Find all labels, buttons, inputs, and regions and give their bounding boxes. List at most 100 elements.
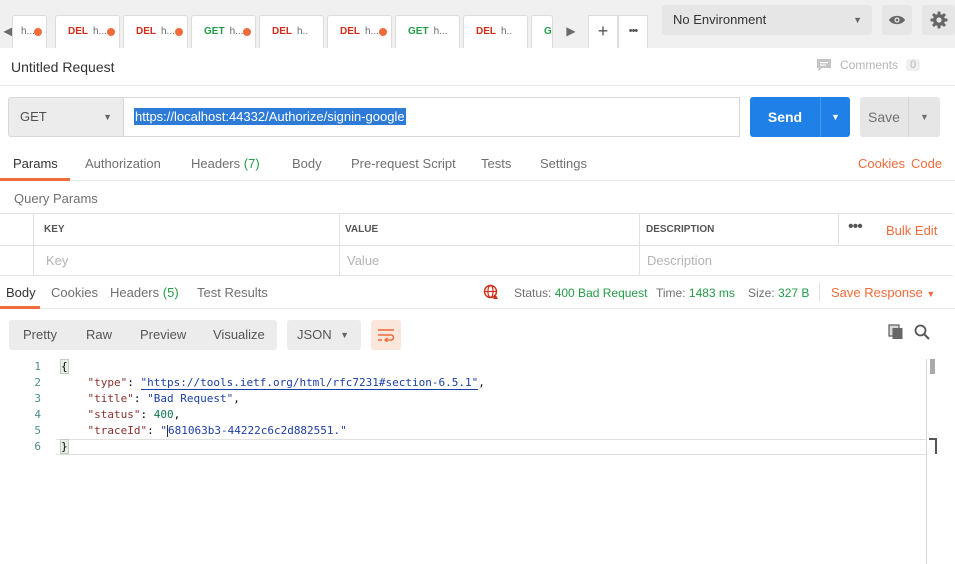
chevron-down-icon: ▼	[103, 112, 112, 122]
copy-icon[interactable]	[888, 324, 904, 340]
request-tab[interactable]: GET h...	[395, 15, 460, 48]
json-link-value[interactable]: "https://tools.ietf.org/html/rfc7231#sec…	[140, 376, 479, 390]
json-number-value: 400	[153, 408, 174, 421]
tab-response-cookies[interactable]: Cookies	[51, 285, 98, 300]
globe-warning-icon[interactable]	[483, 284, 499, 300]
request-title[interactable]: Untitled Request	[11, 59, 115, 75]
tab-response-body[interactable]: Body	[6, 285, 36, 300]
search-icon[interactable]	[914, 324, 930, 340]
tab-name: h...	[161, 26, 175, 37]
tab-scroll-right-icon[interactable]: ▶	[563, 15, 579, 47]
request-tab-bar: ◀ h... DEL h... DEL h... GET h... DEL h.. DE…	[0, 0, 955, 48]
request-tab[interactable]: DEL h...	[327, 15, 392, 48]
param-key-input[interactable]: Key	[46, 246, 336, 276]
query-params-title: Query Params	[14, 191, 98, 206]
tab-method: DEL	[272, 26, 292, 37]
editor-scroll-track	[926, 359, 927, 564]
format-preview[interactable]: Preview	[140, 327, 186, 342]
request-tabs: Params Authorization Headers (7) Body Pr…	[0, 148, 955, 181]
tab-pre-request-script[interactable]: Pre-request Script	[351, 156, 456, 171]
tab-settings[interactable]: Settings	[540, 156, 587, 171]
save-response-label: Save Response	[831, 285, 923, 300]
divider	[819, 282, 820, 302]
request-tab[interactable]: h...	[12, 15, 47, 48]
query-params-table: KEY VALUE DESCRIPTION ••• Bulk Edit Key …	[0, 213, 953, 276]
gear-icon	[930, 11, 947, 29]
active-tab-indicator	[0, 178, 70, 181]
comments-button[interactable]: Comments 0	[816, 58, 921, 72]
json-brace: }	[60, 439, 69, 454]
time-value: 1483 ms	[688, 286, 735, 300]
param-value-input[interactable]: Value	[347, 246, 637, 276]
save-options-chevron-down-icon[interactable]: ▼	[908, 97, 940, 137]
save-button[interactable]: Save ▼	[860, 97, 940, 137]
language-select[interactable]: JSON ▼	[287, 320, 361, 350]
eye-icon	[889, 15, 905, 25]
json-string-value: 681063b3-44222c6c2d882551."	[167, 424, 347, 437]
tab-response-headers[interactable]: Headers (5)	[110, 285, 179, 300]
environment-quick-look-button[interactable]	[882, 5, 912, 35]
code-line: 3 "title": "Bad Request",	[0, 391, 940, 407]
chevron-down-icon: ▼	[926, 289, 936, 299]
code-line: 1 {	[0, 359, 940, 375]
request-tab[interactable]: DEL h...	[123, 15, 188, 48]
bulk-edit-link[interactable]: Bulk Edit	[886, 223, 937, 238]
format-pretty[interactable]: Pretty	[23, 327, 57, 342]
request-tab[interactable]: DEL h...	[55, 15, 120, 48]
method-select[interactable]: GET ▼	[8, 97, 124, 137]
request-tab[interactable]: DEL h..	[259, 15, 324, 48]
request-tab[interactable]: DEL h..	[463, 15, 528, 48]
save-button-label: Save	[868, 109, 900, 125]
active-tab-indicator	[0, 306, 40, 309]
request-tab[interactable]: GET h...	[191, 15, 256, 48]
editor-scrollbar[interactable]	[930, 359, 935, 374]
environment-select[interactable]: No Environment ▼	[662, 5, 872, 35]
response-tabs: Body Cookies Headers (5) Test Results St…	[0, 276, 955, 309]
tab-body[interactable]: Body	[292, 156, 322, 171]
json-key: "traceId"	[87, 424, 148, 437]
tab-test-results[interactable]: Test Results	[197, 285, 268, 300]
unsaved-dot-icon	[379, 28, 387, 36]
environment-settings-button[interactable]	[922, 5, 955, 35]
column-options-button[interactable]: •••	[848, 218, 863, 236]
tab-params[interactable]: Params	[13, 156, 58, 171]
wrap-lines-button[interactable]	[371, 320, 401, 350]
tab-headers-count: (7)	[243, 156, 260, 171]
tab-headers[interactable]: Headers (7)	[191, 156, 260, 171]
unsaved-dot-icon	[175, 28, 183, 36]
tab-name: h...	[229, 26, 244, 37]
url-input[interactable]: https://localhost:44332/Authorize/signin…	[124, 97, 740, 137]
cookies-link[interactable]: Cookies	[858, 156, 905, 171]
format-visualize[interactable]: Visualize	[213, 327, 265, 342]
format-raw[interactable]: Raw	[86, 327, 112, 342]
response-body-editor[interactable]: 1 { 2 "type": "https://tools.ietf.org/ht…	[0, 359, 940, 455]
unsaved-dot-icon	[107, 28, 115, 36]
status-value: 400 Bad Request	[554, 286, 648, 300]
response-format-tabs: Pretty Raw Preview Visualize	[9, 320, 277, 350]
request-tab[interactable]: G	[531, 15, 553, 48]
line-number: 1	[34, 360, 41, 373]
editor-scroll-marker	[929, 438, 937, 454]
send-options-chevron-down-icon[interactable]: ▼	[820, 97, 850, 137]
url-input-value: https://localhost:44332/Authorize/signin…	[134, 108, 406, 125]
tab-name: h...	[433, 26, 448, 37]
size-label: Size:	[748, 286, 775, 300]
param-description-input[interactable]: Description	[647, 246, 947, 276]
tab-authorization[interactable]: Authorization	[85, 156, 161, 171]
response-size: Size: 327 B	[748, 286, 809, 300]
json-brace: {	[60, 359, 69, 374]
save-response-button[interactable]: Save Response ▼	[831, 285, 935, 300]
line-number: 6	[34, 440, 41, 453]
tab-tests[interactable]: Tests	[481, 156, 511, 171]
code-line: 5 "traceId": "681063b3-44222c6c2d882551.…	[0, 423, 940, 439]
tab-response-headers-label: Headers	[110, 285, 160, 300]
chevron-down-icon: ▼	[853, 15, 862, 25]
column-header-description: DESCRIPTION	[646, 224, 715, 235]
new-tab-button[interactable]: +	[588, 15, 618, 48]
tab-method: DEL	[68, 26, 88, 37]
column-header-value: VALUE	[345, 224, 379, 235]
tab-options-button[interactable]: •••	[618, 15, 648, 48]
code-link[interactable]: Code	[911, 156, 942, 171]
table-divider	[838, 214, 839, 245]
send-button[interactable]: Send ▼	[750, 97, 850, 137]
